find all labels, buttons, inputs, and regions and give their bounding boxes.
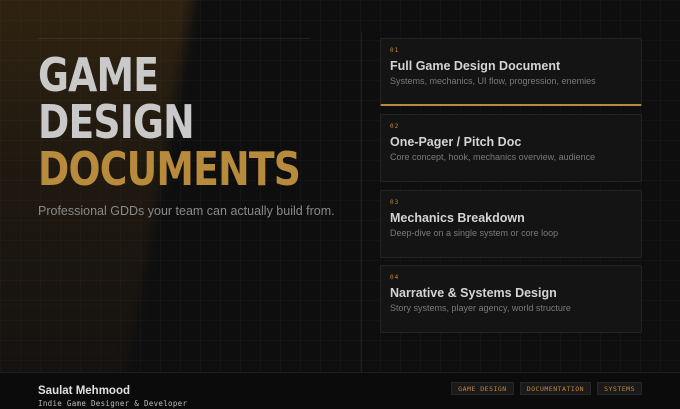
card-description: Systems, mechanics, UI flow, progression… — [390, 76, 596, 86]
vertical-divider — [361, 32, 362, 372]
hero-title-line-2: DESIGN — [38, 95, 195, 149]
tag-systems[interactable]: SYSTEMS — [597, 382, 642, 395]
top-divider — [38, 38, 310, 39]
card-description: Deep-dive on a single system or core loo… — [390, 228, 559, 238]
card-title: Narrative & Systems Design — [390, 286, 557, 300]
card-title: Mechanics Breakdown — [390, 211, 525, 225]
hero-title-line-1: GAME — [38, 48, 159, 102]
card-title: One-Pager / Pitch Doc — [390, 135, 522, 149]
tag-list: GAME DESIGN DOCUMENTATION SYSTEMS — [451, 382, 642, 395]
card-number: 01 — [390, 47, 400, 54]
author-name: Saulat Mehmood — [38, 385, 131, 397]
card-title: Full Game Design Document — [390, 59, 561, 73]
card-description: Core concept, hook, mechanics overview, … — [390, 152, 596, 162]
portfolio-slide: GAME DESIGN DOCUMENTS Professional GDDs … — [0, 0, 680, 409]
hero-title: GAME DESIGN DOCUMENTS — [38, 48, 301, 196]
hero-subtitle: Professional GDDs your team can actually… — [38, 204, 335, 218]
card-number: 02 — [390, 123, 400, 130]
card-number: 04 — [390, 274, 400, 281]
service-card-mechanics-breakdown[interactable]: 03 Mechanics Breakdown Deep-dive on a si… — [380, 190, 642, 258]
service-card-full-gdd[interactable]: 01 Full Game Design Document Systems, me… — [380, 38, 642, 106]
footer-bar: Saulat Mehmood Indie Game Designer & Dev… — [0, 372, 680, 409]
tag-documentation[interactable]: DOCUMENTATION — [519, 382, 592, 395]
service-card-narrative-systems[interactable]: 04 Narrative & Systems Design Story syst… — [380, 265, 642, 333]
card-number: 03 — [390, 199, 400, 206]
card-description: Story systems, player agency, world stru… — [390, 303, 571, 313]
author-role: Indie Game Designer & Developer — [38, 399, 188, 408]
tag-game-design[interactable]: GAME DESIGN — [451, 382, 514, 395]
hero-title-line-3: DOCUMENTS — [38, 142, 301, 196]
service-card-one-pager[interactable]: 02 One-Pager / Pitch Doc Core concept, h… — [380, 114, 642, 182]
